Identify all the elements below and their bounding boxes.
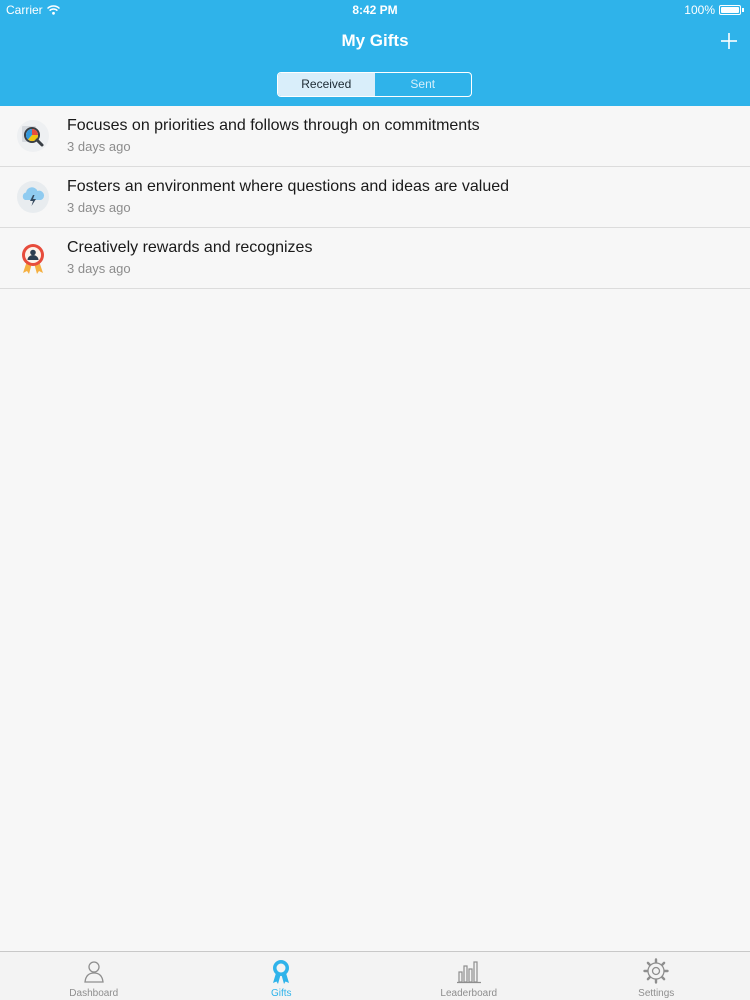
tab-bar: Dashboard Gifts Leaderboard Settings: [0, 951, 750, 1000]
person-icon: [84, 961, 104, 983]
tab-label: Settings: [638, 988, 675, 999]
battery-icon: [719, 5, 741, 15]
gift-title: Focuses on priorities and follows throug…: [67, 117, 480, 134]
gift-list: Focuses on priorities and follows throug…: [0, 106, 750, 289]
tab-settings[interactable]: Settings: [563, 952, 750, 1000]
gift-time: 3 days ago: [67, 200, 131, 215]
cloud-lightning-icon: [17, 181, 49, 213]
gifts-segmented-control: Received Sent: [277, 72, 472, 97]
tab-gifts[interactable]: Gifts: [188, 952, 376, 1000]
gift-title: Fosters an environment where questions a…: [67, 178, 510, 195]
gift-time: 3 days ago: [67, 139, 131, 154]
magnifier-chart-icon: [17, 120, 49, 152]
gift-row[interactable]: Fosters an environment where questions a…: [0, 167, 750, 228]
gift-title: Creatively rewards and recognizes: [67, 239, 313, 256]
tab-dashboard[interactable]: Dashboard: [0, 952, 188, 1000]
nav-header: Carrier 8:42 PM 100% My Gifts Received S…: [0, 0, 750, 106]
tab-label: Dashboard: [69, 988, 119, 999]
plus-icon[interactable]: [716, 28, 742, 54]
tab-leaderboard[interactable]: Leaderboard: [375, 952, 563, 1000]
battery-percent: 100%: [684, 3, 715, 17]
bar-chart-icon: [456, 961, 481, 984]
gear-icon: [643, 958, 669, 984]
status-bar: Carrier 8:42 PM 100%: [0, 0, 750, 20]
segment-sent[interactable]: Sent: [375, 73, 472, 96]
status-time: 8:42 PM: [352, 3, 398, 17]
segment-received[interactable]: Received: [278, 73, 375, 96]
gift-time: 3 days ago: [67, 261, 131, 276]
award-icon: [273, 960, 290, 984]
tab-label: Leaderboard: [440, 988, 498, 999]
tab-label: Gifts: [270, 988, 292, 999]
award-ribbon-icon: [22, 244, 44, 274]
gift-row[interactable]: Creatively rewards and recognizes 3 days…: [0, 228, 750, 289]
page-title: My Gifts: [341, 31, 409, 50]
gift-row[interactable]: Focuses on priorities and follows throug…: [0, 106, 750, 167]
